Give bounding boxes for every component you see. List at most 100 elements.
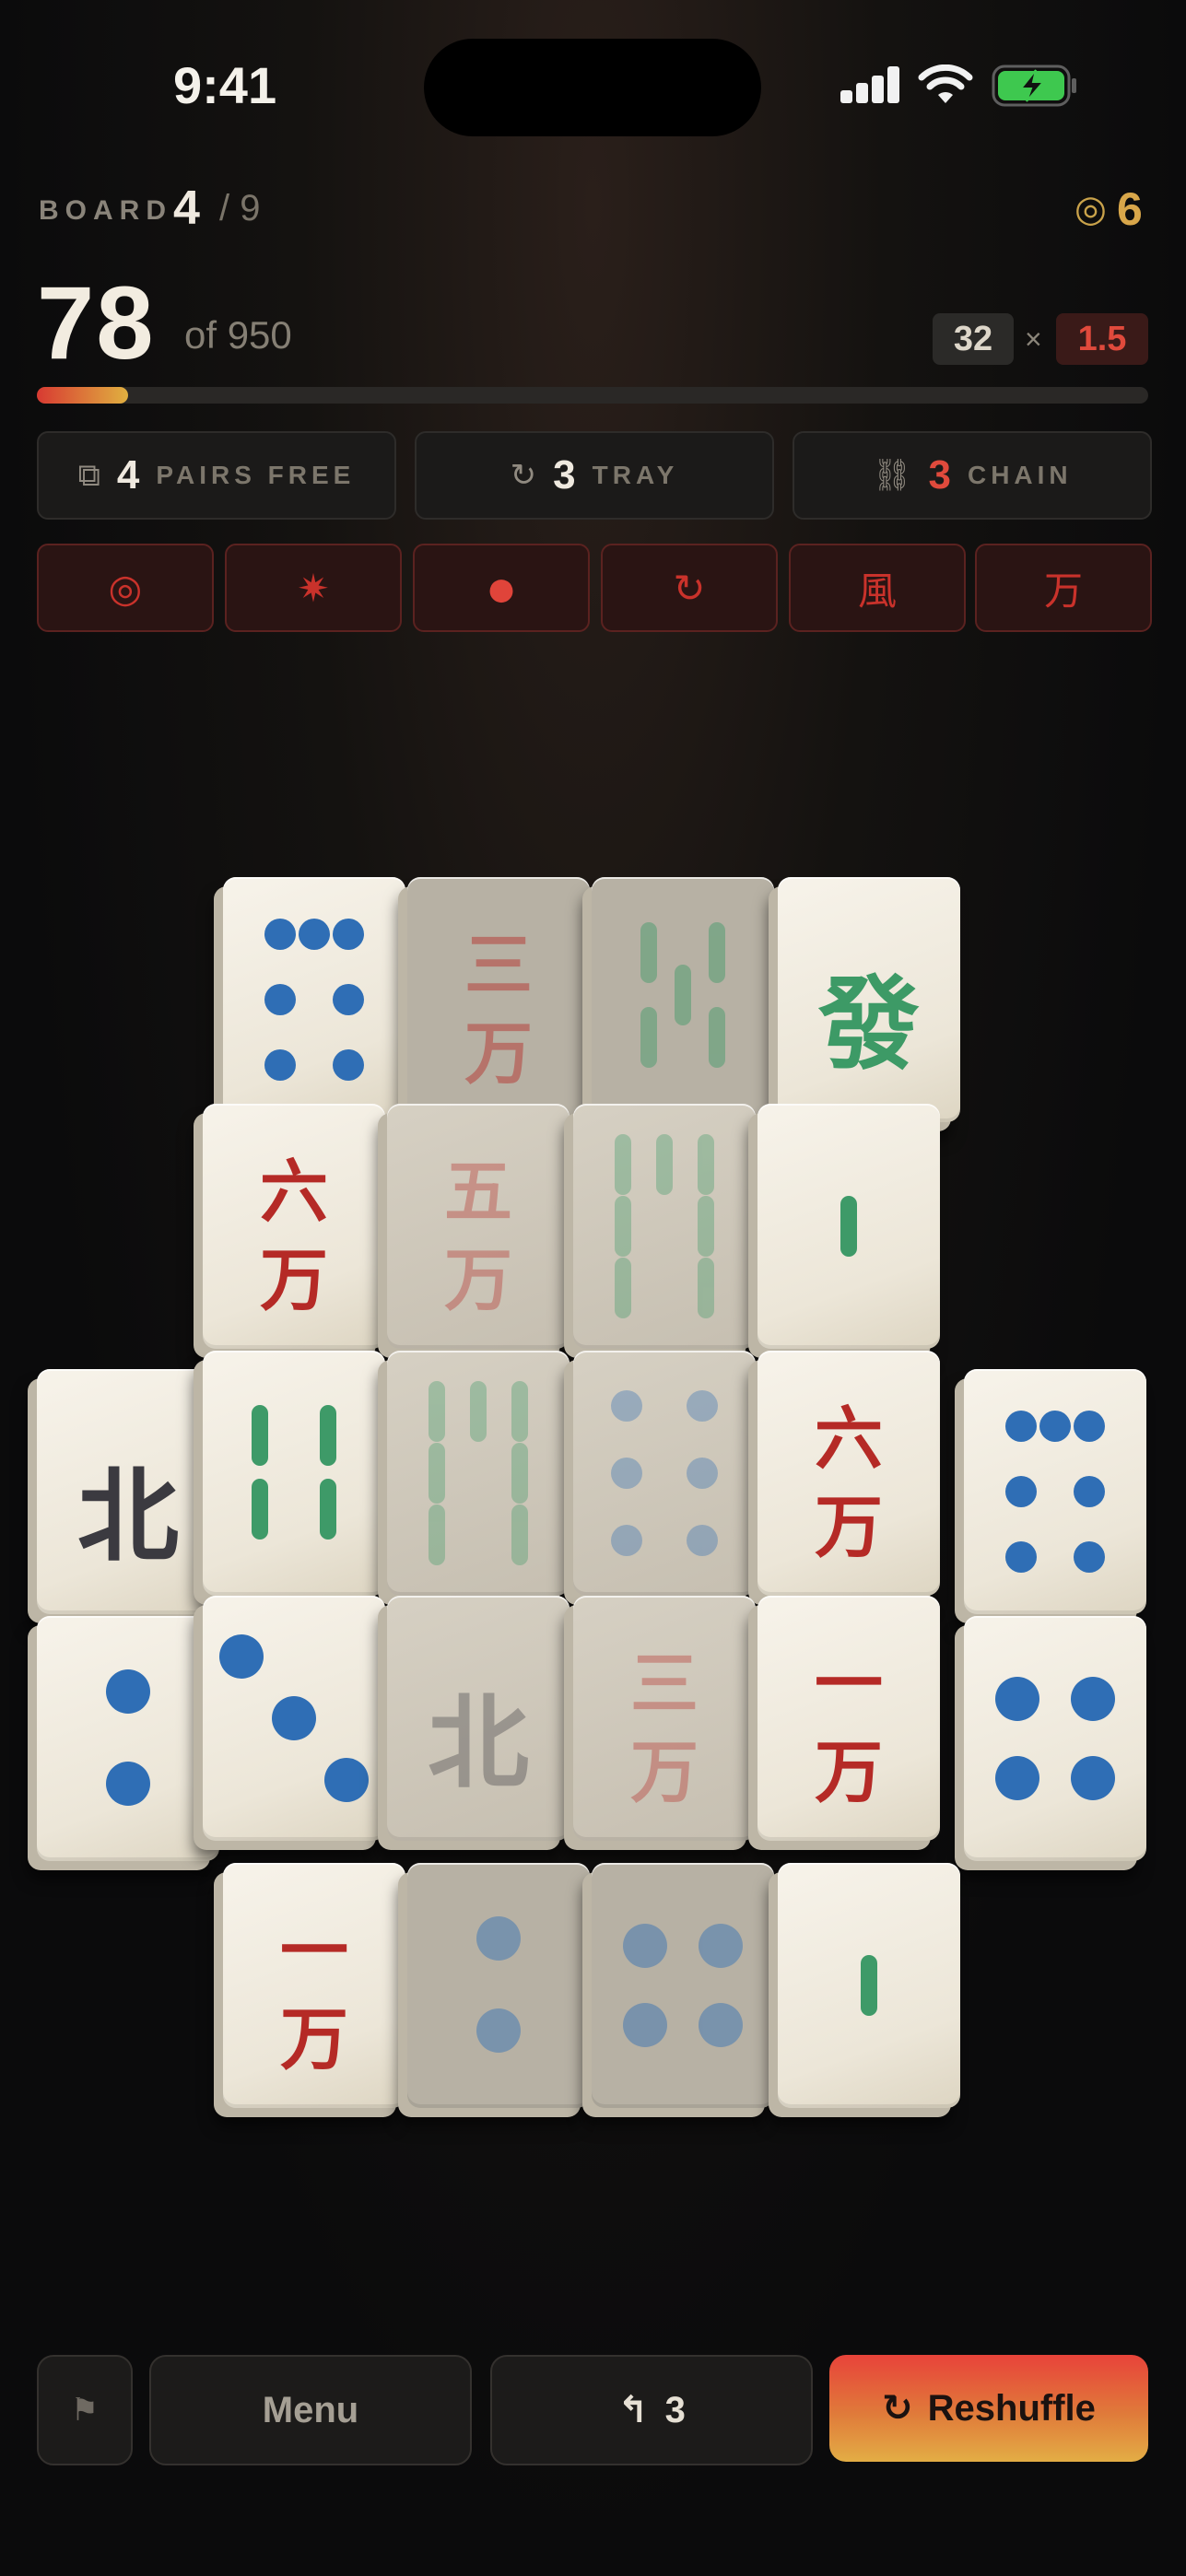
tray-chip: ↻ 3 TRAY (415, 431, 774, 520)
mahjong-tile-bam[interactable] (769, 1863, 960, 2117)
powerup-bomb-button[interactable]: ● (413, 544, 590, 632)
dot-pip (611, 1525, 642, 1556)
undo-button[interactable]: ↰ 3 (490, 2355, 813, 2465)
tile-face (223, 877, 405, 1122)
tile-honor-char: 發 (818, 965, 920, 1083)
powerup-wan-button[interactable]: 万 (975, 544, 1152, 632)
chain-icon: ⛓ (872, 458, 912, 493)
score-value: 78 (37, 265, 156, 381)
tile-face: 六万 (757, 1351, 940, 1596)
tile-face (592, 1863, 774, 2108)
bamboo-stick (698, 1258, 714, 1318)
mahjong-tile-dots[interactable] (194, 1596, 385, 1850)
score-progress-fill (37, 387, 128, 404)
mahjong-tile-bam[interactable] (748, 1104, 940, 1358)
tile-face (203, 1351, 385, 1596)
score-progress-bar (37, 387, 1148, 404)
dot-pip (687, 1525, 718, 1556)
powerup-target-button[interactable]: ◎ (37, 544, 214, 632)
dot-pip (1074, 1541, 1105, 1573)
bamboo-stick (320, 1405, 336, 1466)
undo-icon: ↰ (617, 2390, 649, 2430)
tile-face (964, 1616, 1146, 1861)
tile-symbol (203, 1596, 385, 1841)
tile-symbol (757, 1104, 940, 1349)
pairs-free-label: PAIRS FREE (156, 461, 356, 489)
dot-pip (299, 919, 330, 950)
mahjong-tile-char[interactable]: 六万 (748, 1351, 940, 1605)
tile-symbol: 北 (387, 1596, 570, 1841)
bamboo-stick (470, 1381, 487, 1442)
tile-symbol (778, 1863, 960, 2108)
board-label: BOARD (39, 195, 172, 226)
tile-number-char: 一 (815, 1645, 883, 1724)
bamboo-stick (429, 1381, 445, 1442)
bamboo-stick (640, 922, 657, 983)
pairs-free-chip: ⧉ 4 PAIRS FREE (37, 431, 396, 520)
powerup-wind-button[interactable]: 風 (789, 544, 966, 632)
bamboo-stick (429, 1505, 445, 1565)
clock: 9:41 (173, 56, 277, 114)
mahjong-tile-dots[interactable] (955, 1616, 1146, 1870)
dot-pip (699, 1924, 743, 1968)
mahjong-tile-dots[interactable] (214, 877, 405, 1131)
dot-pip (1071, 1756, 1115, 1800)
dot-pip (1074, 1476, 1105, 1507)
tile-face (573, 1351, 756, 1596)
mahjong-tile-dots[interactable] (28, 1616, 219, 1870)
battery-charging-icon (992, 64, 1076, 107)
dot-pip (264, 1049, 296, 1081)
tile-symbol (573, 1351, 756, 1596)
tile-honor-char: 北 (428, 1683, 529, 1802)
dot-pip (219, 1634, 264, 1679)
dot-pip (611, 1458, 642, 1489)
flag-button[interactable]: ⚑ (37, 2355, 133, 2465)
mahjong-tile-bam (564, 1104, 756, 1358)
bamboo-stick (615, 1196, 631, 1257)
mahjong-tile-char[interactable]: 一万 (748, 1596, 940, 1850)
tile-face (37, 1616, 219, 1861)
mahjong-tile-char: 五万 (378, 1104, 570, 1358)
dot-pip (687, 1458, 718, 1489)
tile-symbol: 六万 (203, 1104, 385, 1349)
tile-number-char: 六 (815, 1399, 883, 1479)
powerup-rotate-button[interactable]: ↻ (601, 544, 778, 632)
base-points-badge: 32 (933, 313, 1014, 365)
reshuffle-button[interactable]: ↻ Reshuffle (829, 2355, 1148, 2462)
tile-symbol: 一万 (757, 1596, 940, 1841)
tile-symbol (407, 1863, 590, 2108)
dot-pip (611, 1390, 642, 1422)
bamboo-stick (709, 1007, 725, 1068)
reshuffle-icon: ↻ (882, 2388, 913, 2429)
chain-chip: ⛓ 3 CHAIN (793, 431, 1152, 520)
mahjong-tile-char[interactable]: 六万 (194, 1104, 385, 1358)
mahjong-tile-dots[interactable] (955, 1369, 1146, 1623)
undo-count: 3 (664, 2389, 686, 2430)
tile-suit-char: 万 (444, 1241, 512, 1320)
mahjong-tile-text[interactable]: 北 (28, 1369, 219, 1623)
mahjong-tile-char[interactable]: 一万 (214, 1863, 405, 2117)
dot-pip (106, 1762, 150, 1806)
menu-button[interactable]: Menu (149, 2355, 472, 2465)
reshuffle-label: Reshuffle (927, 2387, 1096, 2429)
tile-symbol (203, 1351, 385, 1596)
tile-face: 北 (387, 1596, 570, 1841)
tile-symbol (573, 1104, 756, 1349)
bamboo-stick (511, 1381, 528, 1442)
tile-number-char: 五 (444, 1153, 512, 1232)
dot-pip (476, 2008, 521, 2053)
tile-face (203, 1596, 385, 1841)
tile-symbol: 五万 (387, 1104, 570, 1349)
tile-face: 五万 (387, 1104, 570, 1349)
tile-symbol (964, 1369, 1146, 1614)
mahjong-tile-bam[interactable] (194, 1351, 385, 1605)
wifi-icon (918, 64, 973, 103)
bomb-icon: ● (485, 557, 518, 618)
rotate-icon: ↻ (673, 566, 706, 610)
dot-pip (623, 2003, 667, 2047)
powerup-burst-button[interactable]: ✷ (225, 544, 402, 632)
dot-pip (324, 1758, 369, 1802)
mahjong-tile-text[interactable]: 發 (769, 877, 960, 1131)
flag-icon: ⚑ (70, 2393, 100, 2428)
tile-symbol (37, 1616, 219, 1861)
